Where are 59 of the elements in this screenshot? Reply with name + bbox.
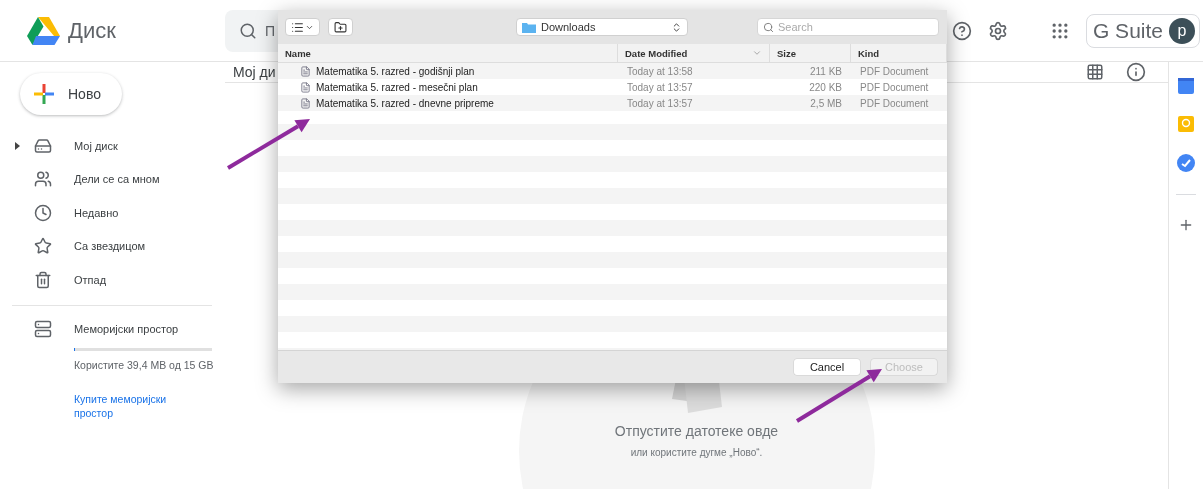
new-folder-icon [334,20,347,34]
nav-item[interactable]: Мој диск [74,139,118,152]
nav-item[interactable]: Са звездицом [74,240,146,253]
nav-item[interactable]: Недавно [74,206,119,219]
nav-item[interactable]: Дели се са мном [74,173,160,186]
new-folder-button[interactable] [328,18,353,36]
search-icon [239,21,257,40]
storage-usage: Користите 39,4 MB од 15 GB [74,358,214,372]
file-name[interactable]: Matematika 5. razred - mesečni plan [316,81,478,93]
expand-caret-icon[interactable] [14,141,20,150]
new-button[interactable]: Ново [20,73,122,115]
file-name[interactable]: Matematika 5. razred - godišnji plan [316,65,475,77]
buy-storage-link[interactable]: Купите меморијски простор [74,391,194,420]
storage-icon [34,319,52,338]
folder-title[interactable]: Мој ди [233,64,276,80]
pdf-file-icon [300,81,311,93]
drive-logo-icon [27,16,60,45]
nav-icon [34,203,52,222]
folder-icon [522,21,536,33]
nav-icon [34,237,52,256]
app-name: Диск [68,17,116,44]
storage-label[interactable]: Меморијски простор [74,322,179,335]
search-icon [763,21,774,33]
drop-hint: или користите дугме „Ново“. [630,447,763,458]
nav-icon [34,136,52,155]
column-header[interactable]: Size [770,44,851,62]
file-kind: PDF Document [859,65,930,77]
plus-icon [34,84,54,104]
nav-item[interactable]: Отпад [74,273,107,286]
file-size: 2,5 MB [809,97,843,109]
drop-title: Отпустите датотеке овде [614,423,779,439]
file-kind: PDF Document [859,97,930,109]
nav-icon [34,170,52,189]
nav-icon [34,270,52,289]
location-popup[interactable]: Downloads [516,18,688,36]
account-switcher[interactable]: G Suite p [1085,13,1200,48]
file-size: 211 KB [808,65,843,77]
pdf-file-icon [300,97,311,109]
info-icon[interactable] [1126,62,1146,82]
grid-view-icon[interactable] [1086,63,1104,81]
settings-icon[interactable] [987,20,1008,41]
column-header[interactable]: Date Modified [618,44,770,62]
date-modified: Today at 13:57 [626,81,694,93]
check-circle-icon[interactable] [1177,154,1195,172]
file-size: 220 KB [808,81,843,93]
up-down-caret-icon [671,21,682,33]
add-icon[interactable] [1178,217,1194,233]
list-icon [291,20,304,34]
dialog-button[interactable]: Cancel [794,359,860,375]
sort-caret-icon [752,48,762,58]
view-mode-button[interactable] [285,18,320,36]
file-kind: PDF Document [859,81,930,93]
column-header[interactable]: Name [278,44,618,62]
date-modified: Today at 13:58 [626,65,694,77]
column-header[interactable]: Kind [851,44,947,62]
file-name[interactable]: Matematika 5. razred - dnevne pripreme [316,97,494,109]
date-modified: Today at 13:57 [626,97,694,109]
help-icon[interactable] [951,20,972,41]
pdf-file-icon [300,65,311,77]
